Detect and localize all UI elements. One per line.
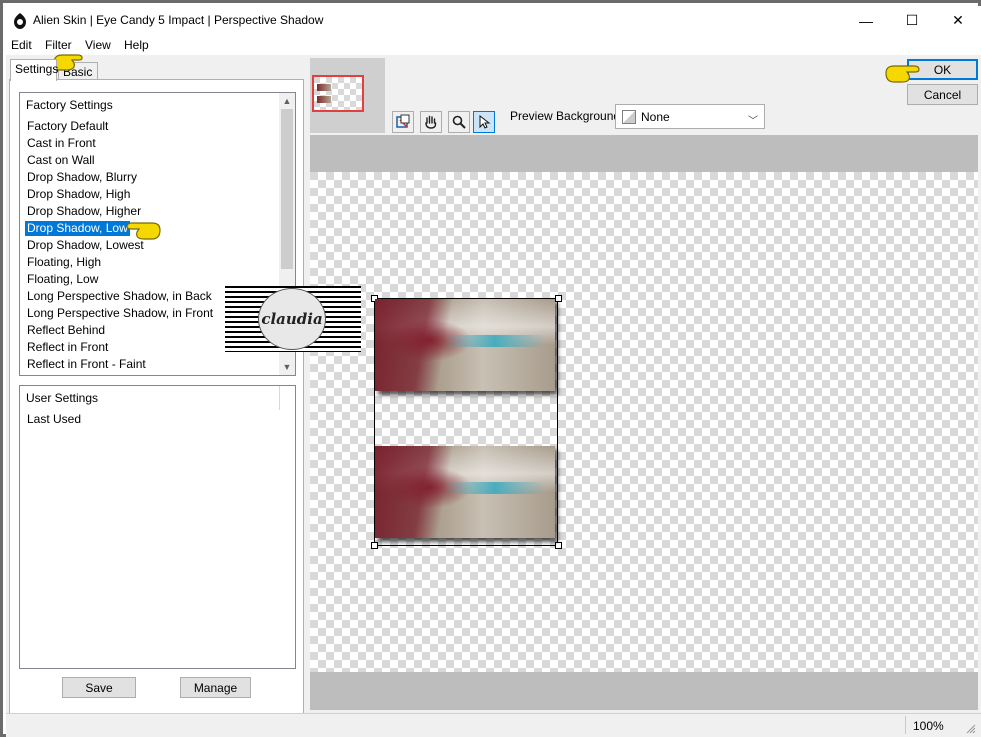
list-item[interactable]: Last Used: [25, 412, 83, 427]
close-button[interactable]: ✕: [935, 6, 981, 35]
list-item[interactable]: Reflect in Front - Faint: [25, 357, 148, 372]
navigator-view-rect[interactable]: [312, 75, 364, 112]
zoom-level: 100%: [913, 719, 944, 733]
list-item[interactable]: Floating, High: [25, 255, 103, 270]
scroll-down-arrow-icon[interactable]: ▼: [279, 359, 295, 375]
user-settings-list[interactable]: User Settings Last Used: [19, 385, 296, 669]
preview-background-select[interactable]: None ﹀: [615, 104, 765, 129]
resize-grip-icon[interactable]: [964, 722, 976, 734]
list-item[interactable]: Factory Default: [25, 119, 110, 134]
scroll-up-arrow-icon[interactable]: ▲: [279, 93, 295, 109]
title-bar: Alien Skin | Eye Candy 5 Impact | Perspe…: [6, 6, 981, 35]
list-item[interactable]: Cast in Front: [25, 136, 98, 151]
menu-help[interactable]: Help: [124, 38, 149, 52]
zoom-tool[interactable]: [448, 111, 470, 133]
menu-edit[interactable]: Edit: [11, 38, 32, 52]
list-item[interactable]: Reflect Behind: [25, 323, 107, 338]
preview-background-label: Preview Background:: [510, 109, 624, 123]
tab-settings[interactable]: Settings: [10, 59, 58, 81]
menu-bar: Edit Filter View Help: [6, 35, 981, 55]
pointing-hand-icon: [885, 65, 920, 83]
toggle-preview-tool[interactable]: [392, 111, 414, 133]
hand-icon: [425, 115, 437, 129]
chevron-down-icon: ﹀: [748, 116, 758, 127]
scroll-thumb[interactable]: [281, 109, 293, 269]
save-button[interactable]: Save: [62, 677, 136, 698]
window-title: Alien Skin | Eye Candy 5 Impact | Perspe…: [33, 13, 324, 27]
maximize-button[interactable]: ☐: [889, 6, 935, 35]
watermark-text: claudia: [261, 310, 323, 328]
list-item[interactable]: Drop Shadow, Low: [25, 221, 130, 236]
select-tool[interactable]: [473, 111, 495, 133]
watermark-logo: claudia: [225, 286, 361, 352]
preview-toggle-icon: [396, 114, 410, 128]
manage-button[interactable]: Manage: [180, 677, 251, 698]
selection-handle[interactable]: [555, 542, 562, 549]
thumbnail-image: [317, 96, 331, 103]
user-settings-header: User Settings: [26, 391, 99, 405]
arrow-pointer-icon: [479, 114, 491, 129]
menu-filter[interactable]: Filter: [45, 38, 72, 52]
list-item[interactable]: Drop Shadow, High: [25, 187, 132, 202]
hand-tool[interactable]: [420, 111, 442, 133]
app-icon: [14, 13, 26, 29]
selection-handle[interactable]: [555, 295, 562, 302]
app-window: Alien Skin | Eye Candy 5 Impact | Perspe…: [6, 6, 981, 737]
status-bar: 100%: [6, 713, 981, 737]
list-item[interactable]: Cast on Wall: [25, 153, 97, 168]
magnifier-icon: [452, 115, 466, 129]
settings-panel: Factory Settings Factory Default Cast in …: [9, 79, 304, 715]
menu-view[interactable]: View: [85, 38, 111, 52]
status-separator: [905, 716, 906, 734]
pointing-hand-icon: [126, 222, 161, 240]
thumbnail-image: [317, 84, 331, 91]
preview-background-value: None: [641, 110, 670, 124]
selection-handle[interactable]: [371, 542, 378, 549]
list-item[interactable]: Drop Shadow, Blurry: [25, 170, 139, 185]
list-item[interactable]: Drop Shadow, Higher: [25, 204, 143, 219]
list-item[interactable]: Floating, Low: [25, 272, 100, 287]
header-divider: [279, 386, 280, 410]
minimize-button[interactable]: —: [843, 6, 889, 35]
list-item[interactable]: Long Perspective Shadow, in Front: [25, 306, 215, 321]
factory-settings-header: Factory Settings: [26, 98, 113, 112]
background-swatch-icon: [622, 110, 636, 124]
watermark-seal: claudia: [258, 288, 326, 350]
navigator-thumbnail[interactable]: [310, 58, 385, 133]
list-item[interactable]: Reflect in Front: [25, 340, 110, 355]
list-item[interactable]: Long Perspective Shadow, in Back: [25, 289, 214, 304]
preview-image-top: [375, 299, 555, 391]
preview-image-bottom: [375, 446, 555, 538]
window-frame: Alien Skin | Eye Candy 5 Impact | Perspe…: [0, 0, 981, 737]
cancel-button[interactable]: Cancel: [907, 84, 978, 105]
